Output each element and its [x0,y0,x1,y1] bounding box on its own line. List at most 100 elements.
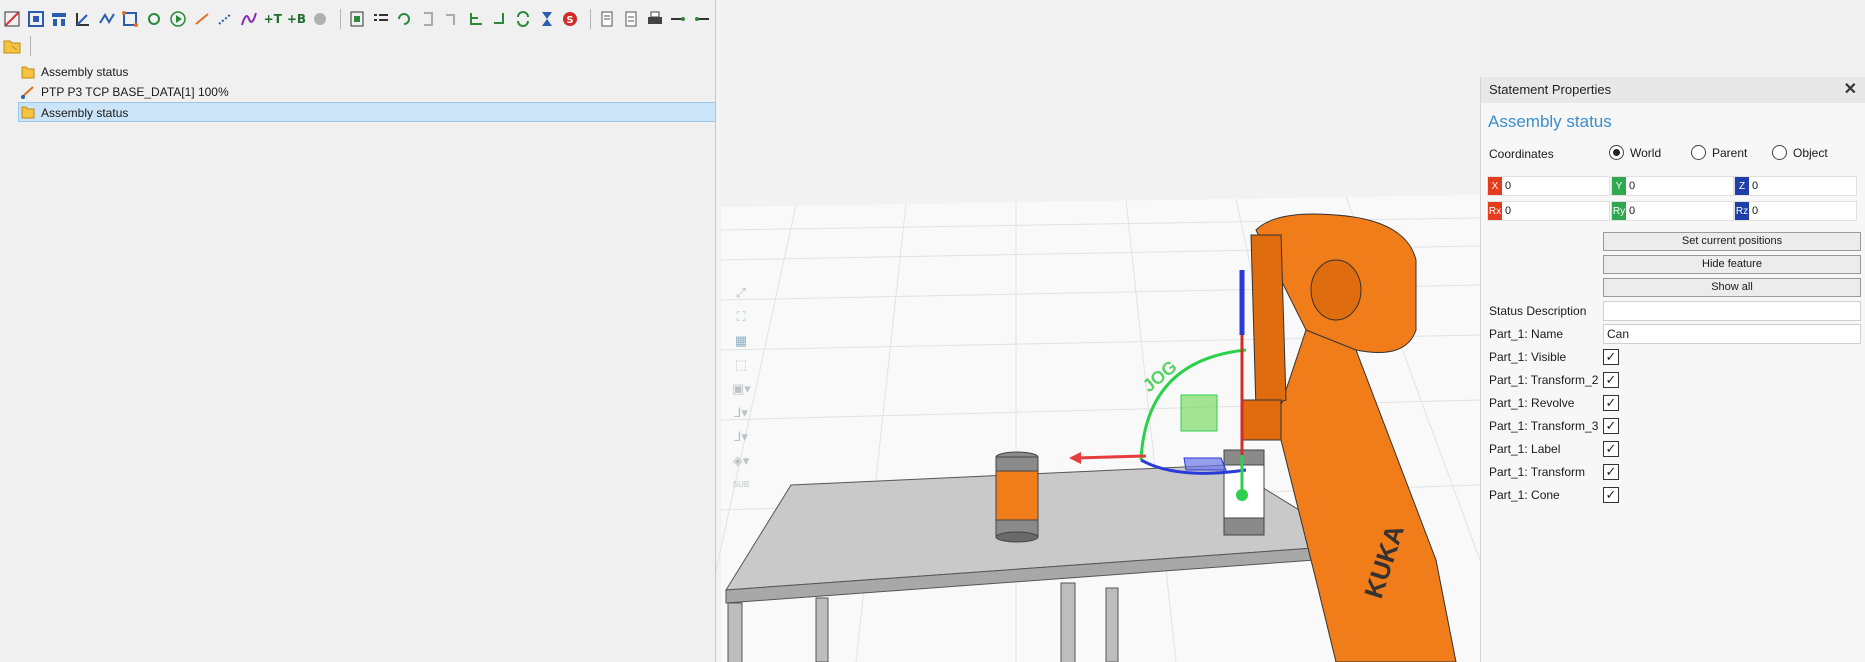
rx-tag: Rx [1488,202,1502,220]
tree-item-label: PTP P3 TCP BASE_DATA[1] 100% [41,85,229,99]
export-icon[interactable] [668,9,688,29]
sub-icon[interactable]: SUB [732,476,750,494]
bracket2-icon[interactable] [442,9,462,29]
doc-icon[interactable] [621,9,641,29]
3d-scene: KUKA JOG [716,195,1480,662]
statement-properties-panel: Statement Properties ✕ Assembly status C… [1480,77,1865,662]
checkbox-transform-3[interactable]: ✓ [1603,418,1619,434]
view-cube-icon[interactable]: ⬚ [732,356,750,374]
tree-item-label: Assembly status [41,106,129,120]
refresh-icon[interactable] [394,9,414,29]
svg-text:S: S [567,15,574,26]
checkbox-revolve[interactable]: ✓ [1603,395,1619,411]
check-label-transform-3: Part_1: Transform_3 [1489,419,1599,433]
tree-item-ptp[interactable]: PTP P3 TCP BASE_DATA[1] 100% [0,82,716,102]
status-description-field[interactable] [1603,301,1861,321]
axis-icon[interactable]: ⅃▾ [732,404,750,422]
stop-icon[interactable]: S [561,9,581,29]
radio-label: Parent [1712,145,1748,160]
checkbox-visible[interactable]: ✓ [1603,349,1619,365]
checkbox-label[interactable]: ✓ [1603,441,1619,457]
check-label-revolve: Part_1: Revolve [1489,396,1575,410]
status-description-label: Status Description [1489,304,1587,318]
rx-field[interactable]: Rx 0 [1487,201,1610,221]
checkbox-cone[interactable]: ✓ [1603,487,1619,503]
zoom-fit-icon[interactable]: ⤢ [732,284,750,302]
frame-icon[interactable] [26,9,46,29]
tree-item-assembly-status-selected[interactable]: Assembly status [18,102,716,122]
rz-tag: Rz [1735,202,1749,220]
coordinates-label: Coordinates [1489,147,1554,161]
3d-viewport[interactable]: KUKA JOG [716,0,1480,662]
close-icon[interactable]: ✕ [1844,77,1857,103]
angle-icon[interactable] [73,9,93,29]
check-label-transform: Part_1: Transform [1489,465,1586,479]
play-icon[interactable] [168,9,188,29]
radio-object[interactable]: Object [1772,145,1828,160]
hourglass-icon[interactable] [537,9,557,29]
new-doc-icon[interactable] [2,9,22,29]
y-field[interactable]: Y0 [1611,176,1734,196]
radio-world[interactable]: World [1609,145,1661,160]
statement-name: Assembly status [1488,112,1612,131]
export2-icon[interactable] [692,9,712,29]
ry-field[interactable]: Ry 0 [1611,201,1734,221]
checkbox-transform[interactable]: ✓ [1603,464,1619,480]
ry-value: 0 [1629,205,1636,217]
zoom-selection-icon[interactable]: ⛶ [732,308,750,326]
show-all-button[interactable]: Show all [1603,278,1861,297]
checkbox-transform-2[interactable]: ✓ [1603,372,1619,388]
set-current-positions-button[interactable]: Set current positions [1603,232,1861,251]
statement-folder-icon [21,106,35,119]
snap-icon[interactable]: ▦ [732,332,750,350]
program-panel: +T +B S Assembly status PTP P3 TCP BASE_… [0,0,716,662]
radio-circle [1691,145,1706,160]
add-b-icon[interactable]: +B [287,9,307,29]
toolbar-separator [30,36,31,56]
dotted-link-icon[interactable] [215,9,235,29]
view-toolbar: ⤢ ⛶ ▦ ⬚ ▣▾ ⅃▾ ⅃▾ ◈▾ SUB [728,278,754,500]
branch-icon[interactable] [466,9,486,29]
sync-icon[interactable] [513,9,533,29]
hide-feature-button[interactable]: Hide feature [1603,255,1861,274]
z-tag: Z [1735,177,1749,195]
curve-icon[interactable] [239,9,259,29]
rz-field[interactable]: Rz 0 [1734,201,1857,221]
x-field[interactable]: X0 [1487,176,1610,196]
import-icon[interactable] [347,9,367,29]
radio-parent[interactable]: Parent [1691,145,1747,160]
bracket-icon[interactable] [418,9,438,29]
z-field[interactable]: Z0 [1734,176,1857,196]
notes-icon[interactable] [597,9,617,29]
render-mode-icon[interactable]: ▣▾ [732,380,751,398]
loop-icon[interactable] [144,9,164,29]
ry-tag: Ry [1612,202,1626,220]
x-tag: X [1488,177,1502,195]
statement-folder-icon [21,66,35,79]
path-icon[interactable] [97,9,117,29]
rz-value: 0 [1752,205,1759,217]
print-icon[interactable] [645,9,665,29]
toolbar-separator [590,9,592,29]
grid-axis-icon[interactable]: ⅃▾ [732,428,750,446]
part-name-label: Part_1: Name [1489,327,1564,341]
add-t-icon[interactable]: +T [263,9,283,29]
tree-item-label: Assembly status [41,65,129,79]
link-icon[interactable] [192,9,212,29]
return-icon[interactable] [489,9,509,29]
y-value: 0 [1629,180,1636,192]
list-icon[interactable] [371,9,391,29]
toolbar-separator [340,9,342,29]
radio-label: Object [1793,145,1828,160]
split-icon[interactable] [121,9,141,29]
panel-title-bar: Statement Properties ✕ [1481,77,1865,103]
check-label-label: Part_1: Label [1489,442,1561,456]
statement-folder-icon[interactable] [2,36,22,56]
part-name-field[interactable]: Can [1603,324,1861,344]
program-toolbar: +T +B S [0,0,716,38]
layers-icon[interactable]: ◈▾ [732,452,750,470]
record-icon[interactable] [310,9,330,29]
radio-circle [1609,145,1624,160]
tree-icon[interactable] [49,9,69,29]
tree-item-assembly-status[interactable]: Assembly status [0,62,716,82]
